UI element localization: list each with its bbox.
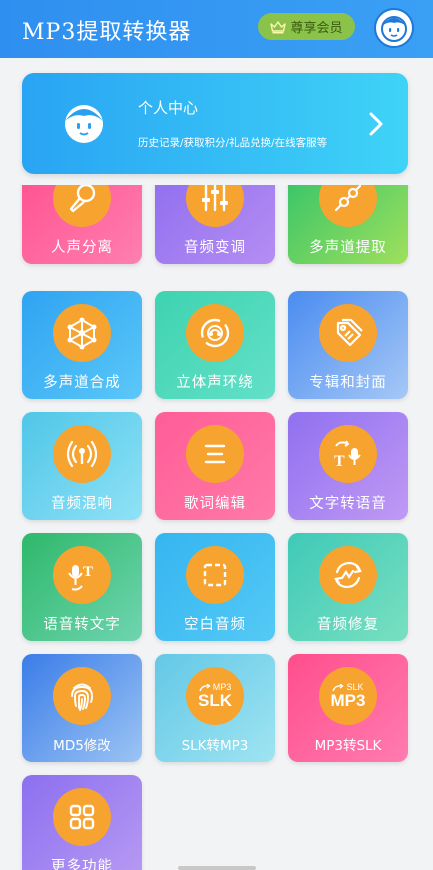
feature-pitch-shift[interactable]: 音频变调	[155, 185, 275, 264]
fingerprint-icon	[53, 667, 111, 725]
feature-label: 立体声环绕	[176, 375, 254, 391]
lines-icon	[186, 425, 244, 483]
feature-label: MP3转SLK	[314, 738, 382, 754]
channel-slider-icon	[319, 185, 377, 227]
feature-label: 多声道合成	[43, 375, 121, 391]
feature-label: 文字转语音	[309, 496, 387, 512]
feature-grid: 人声分离 音频变调 多声道提取 多声道合成 立体声环绕 专辑和封面 音频混响 歌…	[0, 185, 433, 870]
feature-stereo-surround[interactable]: 立体声环绕	[155, 291, 275, 399]
feature-label: 空白音频	[184, 617, 246, 633]
feature-label: 更多功能	[51, 859, 113, 870]
cube-nodes-icon	[53, 304, 111, 362]
surround-sound-icon	[186, 304, 244, 362]
avatar-face-icon	[381, 16, 407, 42]
feature-multichannel-extract[interactable]: 多声道提取	[288, 185, 408, 264]
personal-center-subtitle: 历史记录/获取积分/礼品兑换/在线客服等	[138, 137, 328, 149]
feature-label: 多声道提取	[309, 240, 387, 256]
feature-more[interactable]: 更多功能	[22, 775, 142, 870]
feature-label: MD5修改	[53, 738, 111, 754]
dashed-square-icon	[186, 546, 244, 604]
feature-label: SLK转MP3	[181, 738, 249, 754]
feature-text-to-speech[interactable]: T 文字转语音	[288, 412, 408, 520]
text-to-speech-icon: T	[319, 425, 377, 483]
user-avatar[interactable]	[374, 8, 414, 48]
repair-cycle-icon	[319, 546, 377, 604]
face-icon	[65, 105, 103, 143]
grid-more-icon	[53, 788, 111, 846]
personal-center-card[interactable]: 个人中心 历史记录/获取积分/礼品兑换/在线客服等	[22, 73, 408, 174]
broadcast-icon	[53, 425, 111, 483]
feature-blank-audio[interactable]: 空白音频	[155, 533, 275, 641]
speech-to-text-icon: T	[53, 546, 111, 604]
microphone-icon	[53, 185, 111, 227]
slk-convert-icon: MP3 SLK	[186, 667, 244, 725]
feature-lyrics-edit[interactable]: 歌词编辑	[155, 412, 275, 520]
feature-vocal-separation[interactable]: 人声分离	[22, 185, 142, 264]
chevron-right-icon	[369, 112, 383, 136]
svg-text:T: T	[83, 564, 93, 580]
mp3-convert-icon: SLK MP3	[319, 667, 377, 725]
convert-source-text: SLK	[198, 691, 232, 710]
feature-label: 人声分离	[51, 240, 113, 256]
feature-label: 歌词编辑	[184, 496, 246, 512]
feature-label: 音频修复	[317, 617, 379, 633]
personal-center-title: 个人中心	[138, 99, 199, 117]
svg-text:T: T	[334, 453, 345, 470]
feature-mp3-to-slk[interactable]: SLK MP3 MP3转SLK	[288, 654, 408, 762]
feature-audio-repair[interactable]: 音频修复	[288, 533, 408, 641]
equalizer-sliders-icon	[186, 185, 244, 227]
feature-speech-to-text[interactable]: T 语音转文字	[22, 533, 142, 641]
app-title: MP3提取转换器	[22, 20, 192, 45]
feature-album-cover[interactable]: 专辑和封面	[288, 291, 408, 399]
feature-md5-modify[interactable]: MD5修改	[22, 654, 142, 762]
convert-source-text: MP3	[330, 691, 366, 710]
crown-icon	[270, 20, 287, 33]
home-indicator[interactable]	[178, 866, 256, 870]
vip-label: 尊享会员	[290, 21, 343, 36]
feature-label: 音频混响	[51, 496, 113, 512]
feature-label: 专辑和封面	[309, 375, 387, 391]
vip-membership-button[interactable]: 尊享会员	[258, 13, 355, 40]
feature-slk-to-mp3[interactable]: MP3 SLK SLK转MP3	[155, 654, 275, 762]
tag-icon	[319, 304, 377, 362]
feature-audio-reverb[interactable]: 音频混响	[22, 412, 142, 520]
feature-label: 音频变调	[184, 240, 246, 256]
feature-multichannel-merge[interactable]: 多声道合成	[22, 291, 142, 399]
app-header: MP3提取转换器 尊享会员	[0, 0, 433, 58]
feature-label: 语音转文字	[43, 617, 121, 633]
